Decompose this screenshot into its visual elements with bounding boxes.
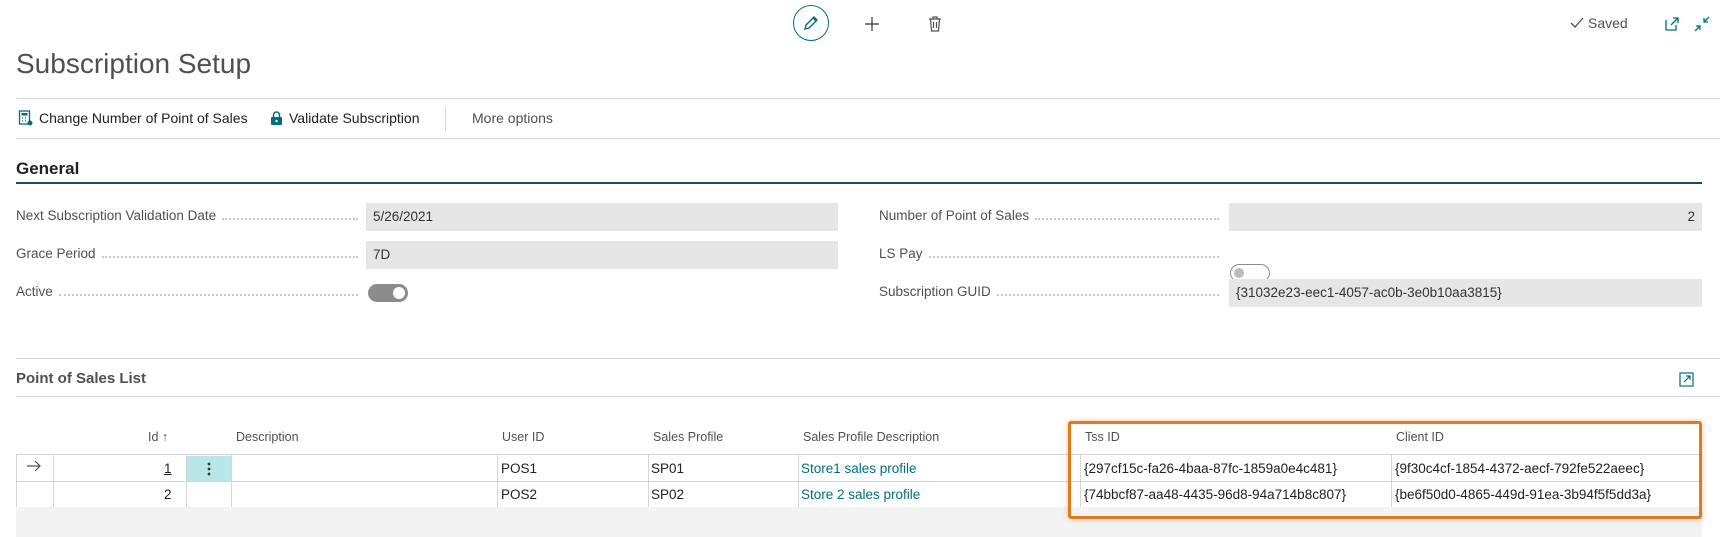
field-label-ls-pay: LS Pay	[879, 246, 1219, 261]
change-number-label: Change Number of Point of Sales	[39, 110, 248, 126]
lock-icon	[271, 110, 282, 125]
divider	[16, 396, 1720, 397]
next-validation-date-field[interactable]: 5/26/2021	[366, 203, 838, 231]
validate-subscription-action[interactable]: Validate Subscription	[270, 110, 419, 126]
calculator-icon	[18, 110, 33, 126]
action-separator	[445, 107, 446, 131]
row-sales-profile-description[interactable]: Store1 sales profile	[801, 461, 917, 476]
edit-button[interactable]	[793, 5, 829, 41]
change-number-action[interactable]: Change Number of Point of Sales	[18, 110, 248, 126]
number-of-pos-field[interactable]: 2	[1229, 203, 1702, 231]
column-header-user-id[interactable]: User ID	[502, 430, 544, 444]
collapse-icon	[1694, 16, 1710, 32]
plus-icon	[865, 17, 879, 31]
column-divider	[16, 455, 17, 507]
active-toggle[interactable]	[368, 284, 408, 302]
expand-list-button[interactable]	[1677, 370, 1695, 388]
column-divider	[798, 455, 799, 507]
divider	[16, 98, 1720, 99]
field-label-next-validation-date: Next Subscription Validation Date	[16, 208, 358, 223]
validate-subscription-label: Validate Subscription	[289, 110, 420, 126]
expand-icon	[1678, 371, 1694, 387]
row-sales-profile[interactable]: SP02	[651, 487, 684, 502]
row-user-id[interactable]: POS1	[501, 461, 537, 476]
row-id[interactable]: 2	[164, 487, 172, 502]
pencil-icon	[804, 16, 818, 30]
open-in-new-icon	[1665, 17, 1679, 31]
column-header-id[interactable]: Id ↑	[148, 430, 168, 444]
grace-period-field[interactable]: 7D	[366, 241, 838, 269]
sort-ascending-icon: ↑	[161, 430, 169, 444]
column-header-sales-profile[interactable]: Sales Profile	[653, 430, 723, 444]
section-underline	[16, 182, 1702, 184]
divider	[16, 358, 1720, 359]
more-vertical-icon	[207, 462, 211, 475]
column-divider	[53, 455, 54, 507]
field-label-subscription-guid: Subscription GUID	[879, 284, 1219, 299]
subscription-guid-field[interactable]: {31032e23-eec1-4057-ac0b-3e0b10aa3815}	[1229, 279, 1702, 307]
field-label-number-of-pos: Number of Point of Sales	[879, 208, 1219, 223]
general-section-title: General	[16, 159, 80, 178]
row-id[interactable]: 1	[164, 461, 172, 476]
row-user-id[interactable]: POS2	[501, 487, 537, 502]
divider	[16, 138, 1720, 139]
more-options-action[interactable]: More options	[472, 110, 553, 126]
page-title: Subscription Setup	[16, 48, 252, 79]
column-divider	[648, 455, 649, 507]
row-selected-indicator	[25, 459, 43, 476]
pos-list-title: Point of Sales List	[16, 370, 147, 387]
column-divider	[497, 455, 498, 507]
column-header-sales-profile-description[interactable]: Sales Profile Description	[803, 430, 939, 444]
row-menu-button[interactable]	[187, 456, 231, 481]
collapse-button[interactable]	[1693, 15, 1711, 33]
row-sales-profile[interactable]: SP01	[651, 461, 684, 476]
highlight-box	[1068, 421, 1702, 519]
column-header-description[interactable]: Description	[236, 430, 299, 444]
trash-icon	[929, 16, 941, 32]
delete-button[interactable]	[926, 14, 944, 34]
field-label-active: Active	[16, 284, 358, 299]
field-label-grace-period: Grace Period	[16, 246, 358, 261]
column-divider	[231, 455, 232, 507]
new-button[interactable]	[862, 14, 882, 34]
checkmark-icon	[1570, 17, 1584, 28]
save-status-text: Saved	[1588, 15, 1628, 31]
row-sales-profile-description[interactable]: Store 2 sales profile	[801, 487, 920, 502]
save-status: Saved	[1570, 15, 1628, 31]
open-in-new-window-button[interactable]	[1663, 15, 1681, 33]
arrow-right-icon	[27, 460, 41, 472]
